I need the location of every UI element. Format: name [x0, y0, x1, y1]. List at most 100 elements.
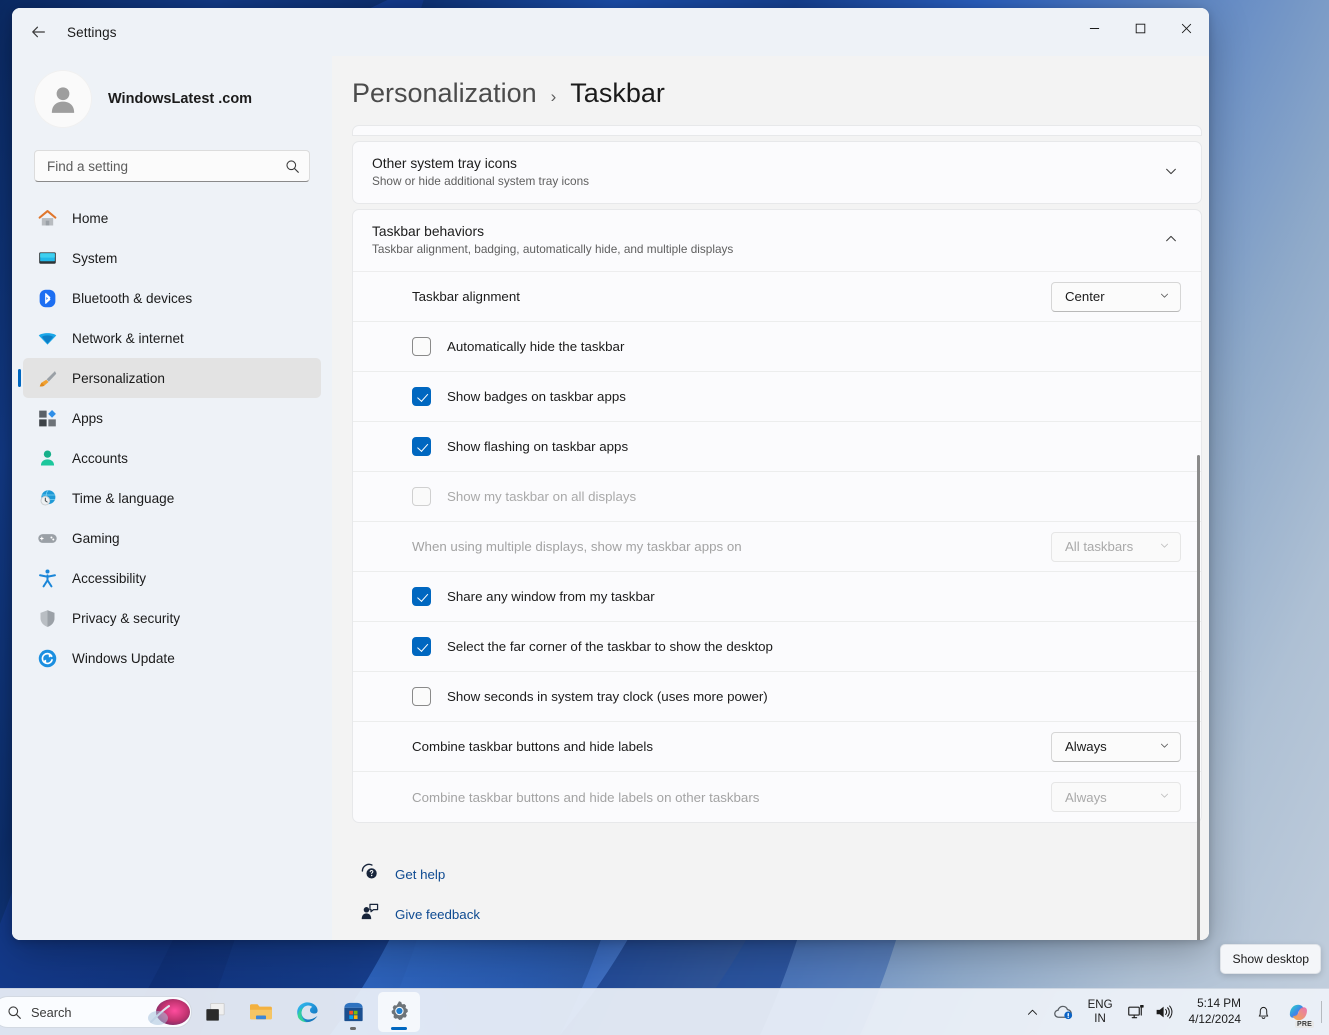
copilot-button[interactable]: PRE	[1279, 993, 1318, 1031]
language-indicator[interactable]: ENG IN	[1081, 993, 1120, 1031]
sidebar-item-gaming[interactable]: Gaming	[23, 518, 321, 558]
task-view-button[interactable]	[194, 992, 236, 1032]
row-far-corner-desktop[interactable]: Select the far corner of the taskbar to …	[353, 622, 1201, 672]
scrollbar-track[interactable]	[1192, 125, 1204, 940]
row-combine-buttons[interactable]: Combine taskbar buttons and hide labels …	[353, 722, 1201, 772]
chevron-down-icon	[1159, 790, 1170, 804]
checkbox-show-badges[interactable]: Show badges on taskbar apps	[412, 387, 1181, 406]
copilot-preview-badge: PRE	[1295, 1021, 1314, 1028]
checkbox-checked-icon	[412, 387, 431, 406]
card-title: Other system tray icons	[372, 156, 589, 171]
taskbar-search[interactable]: Search	[0, 996, 192, 1028]
sidebar-item-label: Windows Update	[72, 651, 175, 666]
file-explorer-icon	[248, 999, 274, 1025]
clock-button[interactable]: 5:14 PM 4/12/2024	[1182, 993, 1248, 1031]
chevron-up-icon[interactable]	[1164, 232, 1181, 249]
sidebar-item-bluetooth[interactable]: Bluetooth & devices	[23, 278, 321, 318]
bluetooth-icon	[36, 287, 58, 309]
breadcrumb: Personalization › Taskbar	[332, 56, 1209, 125]
chevron-down-icon	[1159, 540, 1170, 554]
checkbox-share-any-window[interactable]: Share any window from my taskbar	[412, 587, 1181, 606]
checkbox-checked-icon	[412, 637, 431, 656]
person-avatar-icon	[46, 82, 80, 116]
sidebar-item-network[interactable]: Network & internet	[23, 318, 321, 358]
close-button[interactable]	[1163, 8, 1209, 48]
search-input[interactable]	[47, 159, 285, 174]
row-show-flashing[interactable]: Show flashing on taskbar apps	[353, 422, 1201, 472]
back-button[interactable]	[21, 15, 55, 49]
tray-overflow-button[interactable]	[1019, 993, 1046, 1031]
window-controls	[1071, 8, 1209, 56]
sidebar-item-privacy-security[interactable]: Privacy & security	[23, 598, 321, 638]
show-desktop-divider[interactable]	[1321, 1001, 1322, 1023]
sidebar-item-accounts[interactable]: Accounts	[23, 438, 321, 478]
sidebar-item-accessibility[interactable]: Accessibility	[23, 558, 321, 598]
settings-taskbar-button[interactable]	[378, 992, 420, 1032]
sidebar-item-windows-update[interactable]: Windows Update	[23, 638, 321, 678]
sidebar-item-time-language[interactable]: Time & language	[23, 478, 321, 518]
monitor-icon	[36, 247, 58, 269]
notifications-button[interactable]	[1248, 993, 1279, 1031]
checkbox-far-corner-desktop[interactable]: Select the far corner of the taskbar to …	[412, 637, 1181, 656]
network-volume-button[interactable]	[1120, 993, 1182, 1031]
search-icon	[285, 159, 300, 174]
sidebar-item-label: System	[72, 251, 117, 266]
find-a-setting-box[interactable]	[34, 150, 310, 182]
row-label: Taskbar alignment	[412, 289, 1051, 304]
search-icon	[7, 1005, 22, 1020]
file-explorer-button[interactable]	[240, 992, 282, 1032]
get-help-link[interactable]: Get help	[360, 856, 1202, 896]
breadcrumb-parent[interactable]: Personalization	[352, 78, 537, 109]
breadcrumb-separator-icon: ›	[551, 87, 557, 107]
gamepad-icon	[36, 527, 58, 549]
language-top: ENG	[1088, 998, 1113, 1012]
onedrive-icon	[1053, 1003, 1074, 1021]
taskbar-alignment-dropdown[interactable]: Center	[1051, 282, 1181, 312]
chevron-down-icon[interactable]	[1164, 164, 1181, 181]
shield-icon	[36, 607, 58, 629]
microsoft-store-icon	[341, 1000, 366, 1025]
row-taskbar-alignment[interactable]: Taskbar alignment Center	[353, 272, 1201, 322]
scrollbar-thumb[interactable]	[1197, 455, 1200, 940]
row-auto-hide-taskbar[interactable]: Automatically hide the taskbar	[353, 322, 1201, 372]
minimize-button[interactable]	[1071, 8, 1117, 48]
card-header-taskbar-behaviors[interactable]: Taskbar behaviors Taskbar alignment, bad…	[353, 210, 1201, 271]
checkbox-label: Select the far corner of the taskbar to …	[447, 639, 773, 654]
row-show-seconds[interactable]: Show seconds in system tray clock (uses …	[353, 672, 1201, 722]
row-multi-display-apps: When using multiple displays, show my ta…	[353, 522, 1201, 572]
card-title: Taskbar behaviors	[372, 224, 733, 239]
row-show-badges[interactable]: Show badges on taskbar apps	[353, 372, 1201, 422]
window-titlebar: Settings	[12, 8, 1209, 56]
checkbox-label: Show my taskbar on all displays	[447, 489, 636, 504]
give-feedback-link[interactable]: Give feedback	[360, 896, 1202, 936]
sidebar-item-personalization[interactable]: Personalization	[23, 358, 321, 398]
taskbar-active-indicator	[391, 1027, 407, 1030]
maximize-button[interactable]	[1117, 8, 1163, 48]
combine-buttons-dropdown[interactable]: Always	[1051, 732, 1181, 762]
account-block[interactable]: WindowsLatest .com	[12, 56, 332, 146]
sidebar-item-home[interactable]: Home	[23, 198, 321, 238]
wifi-icon	[36, 327, 58, 349]
clock-globe-icon	[36, 487, 58, 509]
sidebar-item-system[interactable]: System	[23, 238, 321, 278]
arrow-left-icon	[30, 24, 47, 41]
main-content: Personalization › Taskbar Other system t…	[332, 56, 1209, 940]
checkbox-box-icon	[412, 487, 431, 506]
tray-date: 4/12/2024	[1189, 1012, 1241, 1028]
dropdown-value: Always	[1065, 739, 1107, 754]
checkbox-show-flashing[interactable]: Show flashing on taskbar apps	[412, 437, 1181, 456]
card-header-other-tray[interactable]: Other system tray icons Show or hide add…	[353, 142, 1201, 203]
onedrive-button[interactable]	[1046, 993, 1081, 1031]
edge-button[interactable]	[286, 992, 328, 1032]
row-share-any-window[interactable]: Share any window from my taskbar	[353, 572, 1201, 622]
get-help-label: Get help	[395, 867, 445, 882]
checkbox-auto-hide-taskbar[interactable]: Automatically hide the taskbar	[412, 337, 1181, 356]
microsoft-store-button[interactable]	[332, 992, 374, 1032]
sidebar-item-apps[interactable]: Apps	[23, 398, 321, 438]
bell-icon	[1255, 1004, 1272, 1021]
sidebar-item-label: Apps	[72, 411, 103, 426]
windows-taskbar: Search	[0, 988, 1329, 1035]
checkbox-show-seconds[interactable]: Show seconds in system tray clock (uses …	[412, 687, 1181, 706]
update-icon	[36, 647, 58, 669]
tray-time: 5:14 PM	[1189, 996, 1241, 1012]
